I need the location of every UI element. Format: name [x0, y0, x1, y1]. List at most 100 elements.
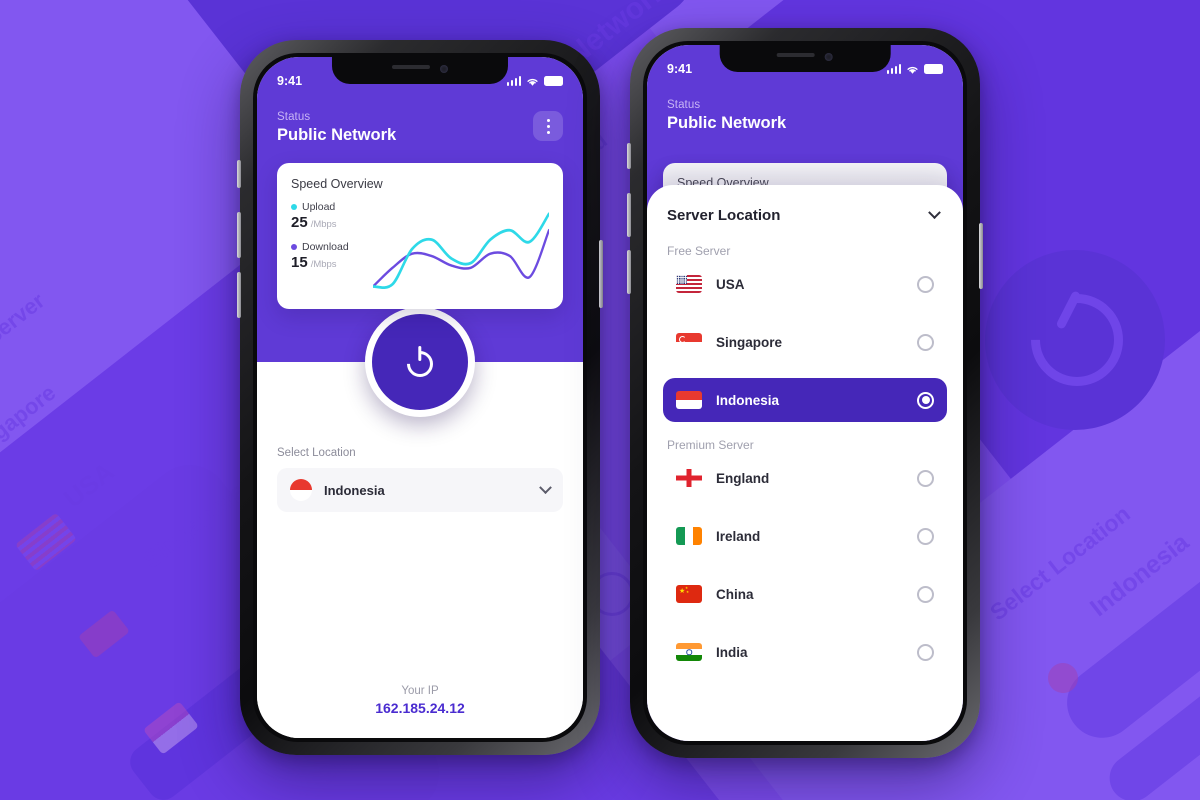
selected-location-value: Indonesia [324, 482, 385, 498]
phone2-volume-up-button[interactable] [627, 193, 631, 237]
cellular-signal-icon [886, 64, 901, 74]
upload-value: 25 [291, 214, 308, 231]
select-location-dropdown[interactable]: Indonesia [277, 468, 563, 512]
power-icon[interactable] [365, 307, 475, 417]
radio-button-singapore[interactable] [917, 333, 934, 351]
phone1-header: Status Public Network [277, 97, 563, 163]
battery-icon [544, 76, 563, 86]
phone2-notch [719, 45, 891, 72]
front-camera-icon [825, 53, 833, 61]
server-row-usa[interactable]: USA [663, 262, 947, 306]
phone1-mute-button[interactable] [237, 160, 241, 188]
status-bar-time: 9:41 [277, 74, 303, 88]
power-glyph [401, 345, 439, 383]
ip-block: Your IP 162.185.24.12 [277, 685, 563, 722]
radio-button-usa[interactable] [917, 275, 934, 293]
select-location-label: Select Location [277, 447, 356, 459]
status-bar-icons [886, 64, 943, 74]
upload-unit: /Mbps [310, 219, 337, 230]
wifi-icon [906, 64, 919, 74]
server-location-sheet: Server Location Free Server USA Singapor… [647, 185, 963, 741]
server-name: USA [716, 276, 745, 292]
status-value: Public Network [667, 114, 787, 132]
speed-overview-card: Speed Overview Upload 25 /Mbps Download … [277, 163, 563, 309]
speed-card-body: Upload 25 /Mbps Download 15 /Mbps [291, 201, 549, 297]
legend-item-download: Download 15 /Mbps [291, 241, 373, 271]
status-value: Public Network [277, 126, 397, 144]
phone1-bezel: 9:41 Status Public Network Speed Overvie… [253, 53, 587, 742]
speed-chart-svg [373, 212, 549, 289]
status-label: Status [667, 99, 701, 111]
battery-icon [924, 64, 943, 74]
background-decoration: Network Speed Server Singapore USA Singa… [0, 0, 1200, 800]
phone2-header: Status Public Network [667, 85, 943, 151]
legend-item-upload: Upload 25 /Mbps [291, 201, 373, 231]
server-name: England [716, 470, 770, 486]
download-value-row: 15 /Mbps [291, 254, 373, 271]
status-bar-icons [506, 76, 563, 86]
chevron-down-icon[interactable] [928, 206, 941, 220]
download-value: 15 [291, 254, 308, 271]
screenshot-stage: Network Speed Server Singapore USA Singa… [0, 0, 1200, 800]
phone-device-right: 9:41 Status Public Network Speed Overvie… [627, 28, 983, 758]
server-row-ireland[interactable]: Ireland [663, 514, 947, 558]
phone1-volume-up-button[interactable] [237, 212, 241, 258]
earpiece-speaker [777, 53, 815, 57]
phone2-screen: 9:41 Status Public Network Speed Overvie… [647, 45, 963, 741]
front-camera-icon [440, 65, 448, 73]
kebab-menu-icon[interactable] [533, 111, 563, 141]
ip-value: 162.185.24.12 [375, 700, 465, 716]
phone1-power-side-button[interactable] [599, 240, 603, 308]
legend-head-upload: Upload [291, 201, 373, 213]
flag-usa-icon [676, 275, 702, 293]
server-row-england[interactable]: England [663, 456, 947, 500]
sheet-header[interactable]: Server Location [663, 185, 947, 228]
phone2-mute-button[interactable] [627, 143, 631, 169]
flag-indonesia-icon [290, 479, 312, 501]
group-label-free-server: Free Server [667, 244, 731, 258]
radio-button-ireland[interactable] [917, 527, 934, 545]
flag-england-icon [676, 469, 702, 487]
download-legend-label: Download [302, 241, 349, 253]
flag-singapore-icon [676, 333, 702, 351]
phone1-top-section: 9:41 Status Public Network Speed Overvie… [257, 57, 583, 309]
server-row-singapore[interactable]: Singapore [663, 320, 947, 364]
server-name: India [716, 644, 748, 660]
earpiece-speaker [392, 65, 430, 69]
speed-legend: Upload 25 /Mbps Download 15 /Mbps [291, 201, 373, 297]
server-row-india[interactable]: India [663, 630, 947, 674]
flag-india-icon [676, 643, 702, 661]
upload-legend-dot-icon [291, 204, 297, 210]
phone1-screen: 9:41 Status Public Network Speed Overvie… [257, 57, 583, 738]
speed-card-title: Speed Overview [291, 177, 383, 191]
radio-button-india[interactable] [917, 643, 934, 661]
sheet-title: Server Location [667, 207, 781, 224]
server-row-china[interactable]: ★ ★ ★ China [663, 572, 947, 616]
phone1-volume-down-button[interactable] [237, 272, 241, 318]
legend-head-download: Download [291, 241, 373, 253]
chevron-down-icon[interactable] [539, 480, 552, 494]
cellular-signal-icon [506, 76, 521, 86]
phone2-power-side-button[interactable] [979, 223, 983, 289]
status-bar-time: 9:41 [667, 62, 693, 76]
radio-button-england[interactable] [917, 469, 934, 487]
upload-value-row: 25 /Mbps [291, 214, 373, 231]
server-name: China [716, 586, 754, 602]
status-block: Status Public Network [277, 111, 396, 145]
phone2-volume-down-button[interactable] [627, 250, 631, 294]
radio-button-indonesia[interactable] [917, 391, 934, 409]
status-block: Status Public Network [667, 99, 786, 133]
server-name: Ireland [716, 528, 761, 544]
radio-button-china[interactable] [917, 585, 934, 603]
phone2-bezel: 9:41 Status Public Network Speed Overvie… [643, 41, 967, 745]
flag-ireland-icon [676, 527, 702, 545]
server-row-indonesia[interactable]: Indonesia [663, 378, 947, 422]
speed-chart [373, 201, 549, 297]
power-section [257, 307, 583, 417]
flag-china-icon: ★ ★ ★ [676, 585, 702, 603]
flag-indonesia-icon [676, 391, 702, 409]
vpn-app-server-list: 9:41 Status Public Network Speed Overvie… [647, 45, 963, 741]
download-legend-dot-icon [291, 244, 297, 250]
vpn-app-home: 9:41 Status Public Network Speed Overvie… [257, 57, 583, 738]
ghost-power-icon [985, 250, 1165, 430]
